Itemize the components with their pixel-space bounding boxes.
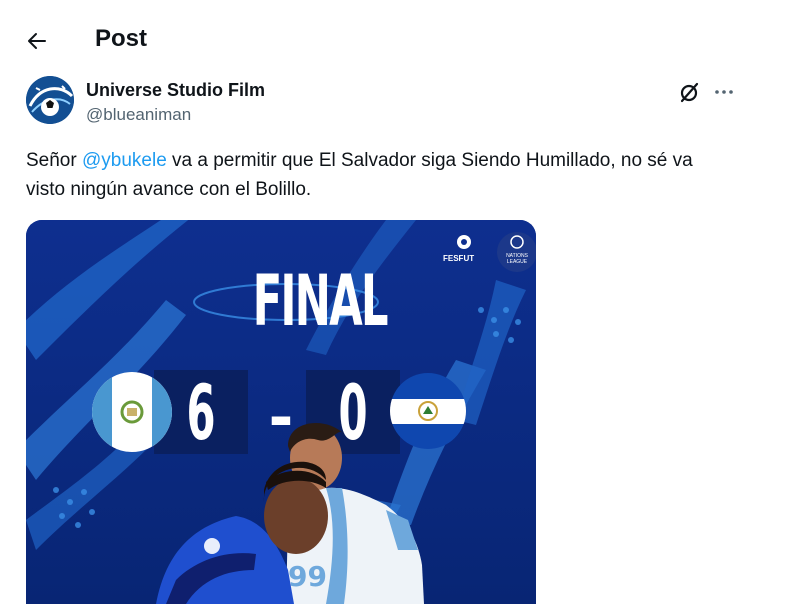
home-score: 6 [186,367,216,457]
back-button[interactable] [22,26,52,56]
mention-link[interactable]: @ybukele [82,150,167,171]
post-image[interactable]: 99 FINAL 6 - 0 FESFUT NATIONS LEAGUE [26,220,536,604]
svg-text:99: 99 [288,560,327,593]
score-separator: - [268,383,294,453]
nations-league-label: NATIONS LEAGUE [506,253,528,265]
post-author: Universe Studio Film @blueaniman [26,76,746,132]
avatar-image [26,76,74,124]
guatemala-flag-icon [92,372,172,452]
author-handle[interactable]: @blueaniman [86,105,191,125]
header: Post [0,0,805,78]
tweet-text-start: Señor [26,150,82,171]
headline: FINAL [252,260,389,342]
arrow-left-icon [28,33,46,49]
nations-league-logo [497,232,536,272]
avatar[interactable] [26,76,74,124]
away-score: 0 [338,367,368,457]
fesfut-label: FESFUT [443,254,475,263]
tweet-text: Señor @ybukele va a permitir que El Salv… [26,146,726,204]
fesfut-logo [457,235,471,249]
author-name[interactable]: Universe Studio Film [86,80,265,101]
more-horizontal-icon[interactable] [712,80,736,104]
grok-icon[interactable] [677,80,701,104]
page-title: Post [95,25,148,52]
